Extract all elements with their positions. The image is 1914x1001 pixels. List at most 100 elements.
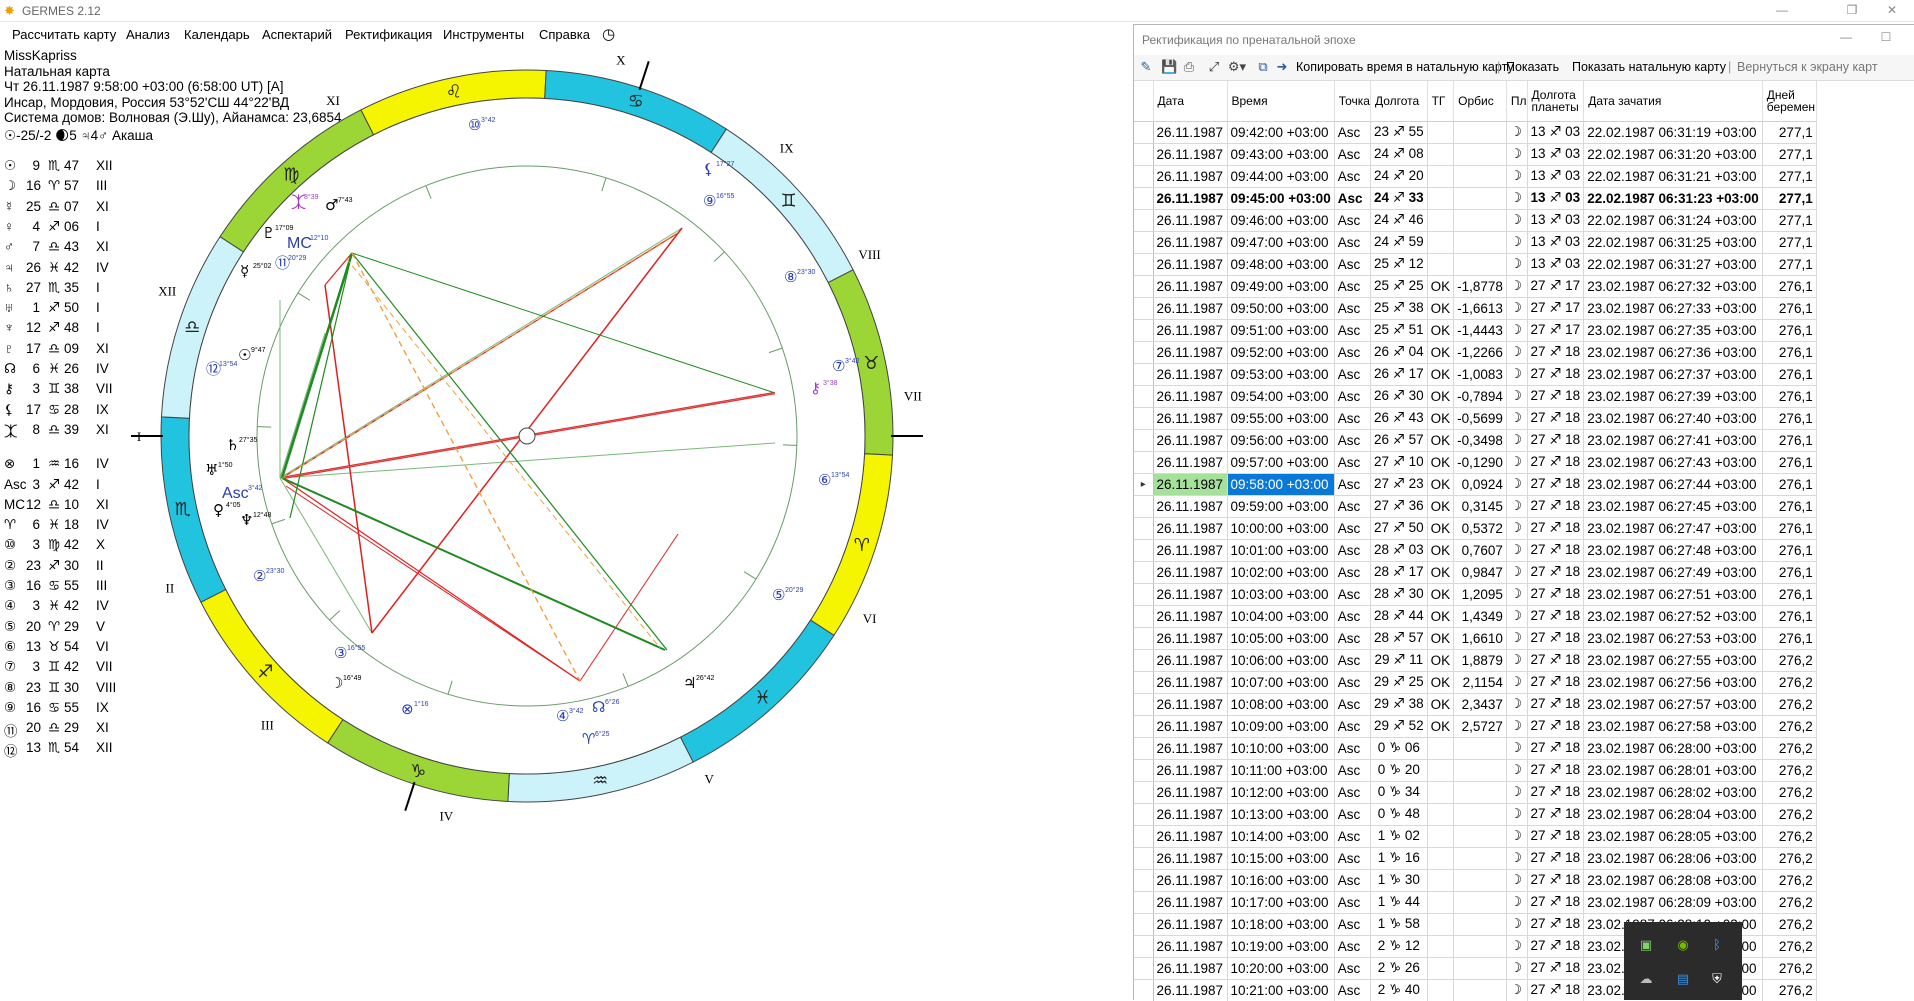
menu-aspectarium[interactable]: Аспектарий <box>262 27 332 42</box>
menu-calendar[interactable]: Календарь <box>184 27 250 42</box>
row-header[interactable] <box>1134 253 1153 275</box>
print-icon[interactable]: ⎙ <box>1181 59 1197 75</box>
row-header[interactable] <box>1134 143 1153 165</box>
copy-icon[interactable]: ⧉ <box>1255 59 1271 75</box>
table-row[interactable]: 26.11.198709:59:00 +03:00Asc27 ♐ 36OK0,3… <box>1134 495 1816 517</box>
menu-help[interactable]: Справка <box>539 27 590 42</box>
col-conception-date[interactable]: Дата зачатия <box>1584 81 1763 121</box>
row-header[interactable] <box>1134 627 1153 649</box>
table-row[interactable]: ▸26.11.198709:58:00 +03:00Asc27 ♐ 23OK0,… <box>1134 473 1816 495</box>
table-row[interactable]: 26.11.198709:56:00 +03:00Asc26 ♐ 57OK-0,… <box>1134 429 1816 451</box>
table-row[interactable]: 26.11.198709:55:00 +03:00Asc26 ♐ 43OK-0,… <box>1134 407 1816 429</box>
col-point[interactable]: Точка <box>1334 81 1370 121</box>
table-row[interactable]: 26.11.198709:50:00 +03:00Asc25 ♐ 38OK-1,… <box>1134 297 1816 319</box>
table-row[interactable]: 26.11.198710:02:00 +03:00Asc28 ♐ 17OK0,9… <box>1134 561 1816 583</box>
col-tg[interactable]: ТГ <box>1427 81 1454 121</box>
table-row[interactable]: 26.11.198710:13:00 +03:00Asc0 ♑ 48☽27 ♐ … <box>1134 803 1816 825</box>
table-row[interactable]: 26.11.198710:06:00 +03:00Asc29 ♐ 11OK1,8… <box>1134 649 1816 671</box>
row-header[interactable] <box>1134 847 1153 869</box>
back-to-charts-button[interactable]: Вернуться к экрану карт <box>1737 60 1878 74</box>
table-row[interactable]: 26.11.198710:17:00 +03:00Asc1 ♑ 44☽27 ♐ … <box>1134 891 1816 913</box>
row-header[interactable] <box>1134 869 1153 891</box>
row-header[interactable] <box>1134 715 1153 737</box>
menu-rectification[interactable]: Ректификация <box>345 27 432 42</box>
row-header[interactable] <box>1134 385 1153 407</box>
row-header[interactable] <box>1134 759 1153 781</box>
row-header[interactable]: ▸ <box>1134 473 1153 495</box>
table-row[interactable]: 26.11.198710:16:00 +03:00Asc1 ♑ 30☽27 ♐ … <box>1134 869 1816 891</box>
save-icon[interactable]: 💾 <box>1161 59 1177 75</box>
cloud-icon[interactable]: ☁ <box>1637 970 1655 988</box>
table-row[interactable]: 26.11.198709:43:00 +03:00Asc24 ♐ 08☽13 ♐… <box>1134 143 1816 165</box>
row-header[interactable] <box>1134 781 1153 803</box>
table-row[interactable]: 26.11.198709:53:00 +03:00Asc26 ♐ 17OK-1,… <box>1134 363 1816 385</box>
row-header[interactable] <box>1134 671 1153 693</box>
col-planet[interactable]: Пл <box>1506 81 1527 121</box>
row-header[interactable] <box>1134 979 1153 1001</box>
row-header[interactable] <box>1134 187 1153 209</box>
table-row[interactable]: 26.11.198709:42:00 +03:00Asc23 ♐ 55☽13 ♐… <box>1134 121 1816 143</box>
table-row[interactable]: 26.11.198709:48:00 +03:00Asc25 ♐ 12☽13 ♐… <box>1134 253 1816 275</box>
row-header[interactable] <box>1134 363 1153 385</box>
row-header[interactable] <box>1134 451 1153 473</box>
row-header[interactable] <box>1134 913 1153 935</box>
bluetooth-icon[interactable]: ᛒ <box>1708 936 1726 954</box>
row-header[interactable] <box>1134 693 1153 715</box>
row-header[interactable] <box>1134 737 1153 759</box>
maximize-button[interactable]: ❐ <box>1830 0 1874 22</box>
table-row[interactable]: 26.11.198710:01:00 +03:00Asc28 ♐ 03OK0,7… <box>1134 539 1816 561</box>
table-row[interactable]: 26.11.198710:00:00 +03:00Asc27 ♐ 50OK0,5… <box>1134 517 1816 539</box>
row-header[interactable] <box>1134 825 1153 847</box>
table-row[interactable]: 26.11.198709:49:00 +03:00Asc25 ♐ 25OK-1,… <box>1134 275 1816 297</box>
col-date[interactable]: Дата <box>1153 81 1227 121</box>
natal-chart-wheel[interactable]: ♌♋♊♉♈♓♒♑♐♏♎♍IIIIIIIVVVIVIIVIIIIXXXIXII⑩3… <box>0 48 1133 1000</box>
table-row[interactable]: 26.11.198709:57:00 +03:00Asc27 ♐ 10OK-0,… <box>1134 451 1816 473</box>
col-orbis[interactable]: Орбис <box>1454 81 1507 121</box>
arrow-right-icon[interactable]: ➜ <box>1274 59 1290 75</box>
menu-tools[interactable]: Инструменты <box>443 27 524 42</box>
row-header[interactable] <box>1134 803 1153 825</box>
row-header[interactable] <box>1134 209 1153 231</box>
close-button[interactable]: ✕ <box>1870 0 1914 22</box>
row-header[interactable] <box>1134 297 1153 319</box>
table-row[interactable]: 26.11.198710:11:00 +03:00Asc0 ♑ 20☽27 ♐ … <box>1134 759 1816 781</box>
network-icon[interactable]: ▤ <box>1674 970 1692 988</box>
settings-icon[interactable]: ⚙▾ <box>1226 59 1248 75</box>
row-header[interactable] <box>1134 583 1153 605</box>
row-header[interactable] <box>1134 649 1153 671</box>
row-header[interactable] <box>1134 429 1153 451</box>
table-row[interactable]: 26.11.198709:52:00 +03:00Asc26 ♐ 04OK-1,… <box>1134 341 1816 363</box>
rect-maximize-button[interactable]: ☐ <box>1864 27 1908 49</box>
show-natal-button[interactable]: Показать натальную карту <box>1572 60 1726 74</box>
table-row[interactable]: 26.11.198710:08:00 +03:00Asc29 ♐ 38OK2,3… <box>1134 693 1816 715</box>
row-header[interactable] <box>1134 275 1153 297</box>
row-header[interactable] <box>1134 957 1153 979</box>
row-header[interactable] <box>1134 165 1153 187</box>
table-row[interactable]: 26.11.198709:51:00 +03:00Asc25 ♐ 51OK-1,… <box>1134 319 1816 341</box>
show-button[interactable]: Показать <box>1506 60 1559 74</box>
menu-analysis[interactable]: Анализ <box>126 27 170 42</box>
minimize-button[interactable]: — <box>1760 0 1804 22</box>
table-row[interactable]: 26.11.198710:12:00 +03:00Asc0 ♑ 34☽27 ♐ … <box>1134 781 1816 803</box>
tray-app-icon[interactable]: ▣ <box>1637 936 1655 954</box>
table-row[interactable]: 26.11.198709:47:00 +03:00Asc24 ♐ 59☽13 ♐… <box>1134 231 1816 253</box>
col-time[interactable]: Время <box>1227 81 1334 121</box>
table-row[interactable]: 26.11.198709:45:00 +03:00Asc24 ♐ 33☽13 ♐… <box>1134 187 1816 209</box>
row-header[interactable] <box>1134 495 1153 517</box>
col-longitude[interactable]: Долгота <box>1370 81 1427 121</box>
row-header[interactable] <box>1134 407 1153 429</box>
row-header[interactable] <box>1134 605 1153 627</box>
copy-time-button[interactable]: Копировать время в натальную карту <box>1296 60 1514 74</box>
table-row[interactable]: 26.11.198710:15:00 +03:00Asc1 ♑ 16☽27 ♐ … <box>1134 847 1816 869</box>
menu-calculate[interactable]: Рассчитать карту <box>12 27 116 42</box>
row-header[interactable] <box>1134 891 1153 913</box>
table-row[interactable]: 26.11.198710:14:00 +03:00Asc1 ♑ 02☽27 ♐ … <box>1134 825 1816 847</box>
col-pregnancy-days[interactable]: Дней беремен <box>1762 81 1816 121</box>
table-row[interactable]: 26.11.198709:44:00 +03:00Asc24 ♐ 20☽13 ♐… <box>1134 165 1816 187</box>
table-row[interactable]: 26.11.198710:07:00 +03:00Asc29 ♐ 25OK2,1… <box>1134 671 1816 693</box>
row-header[interactable] <box>1134 341 1153 363</box>
pin-icon[interactable]: ✎ <box>1138 59 1154 75</box>
row-header[interactable] <box>1134 231 1153 253</box>
row-header[interactable] <box>1134 561 1153 583</box>
table-row[interactable]: 26.11.198710:05:00 +03:00Asc28 ♐ 57OK1,6… <box>1134 627 1816 649</box>
